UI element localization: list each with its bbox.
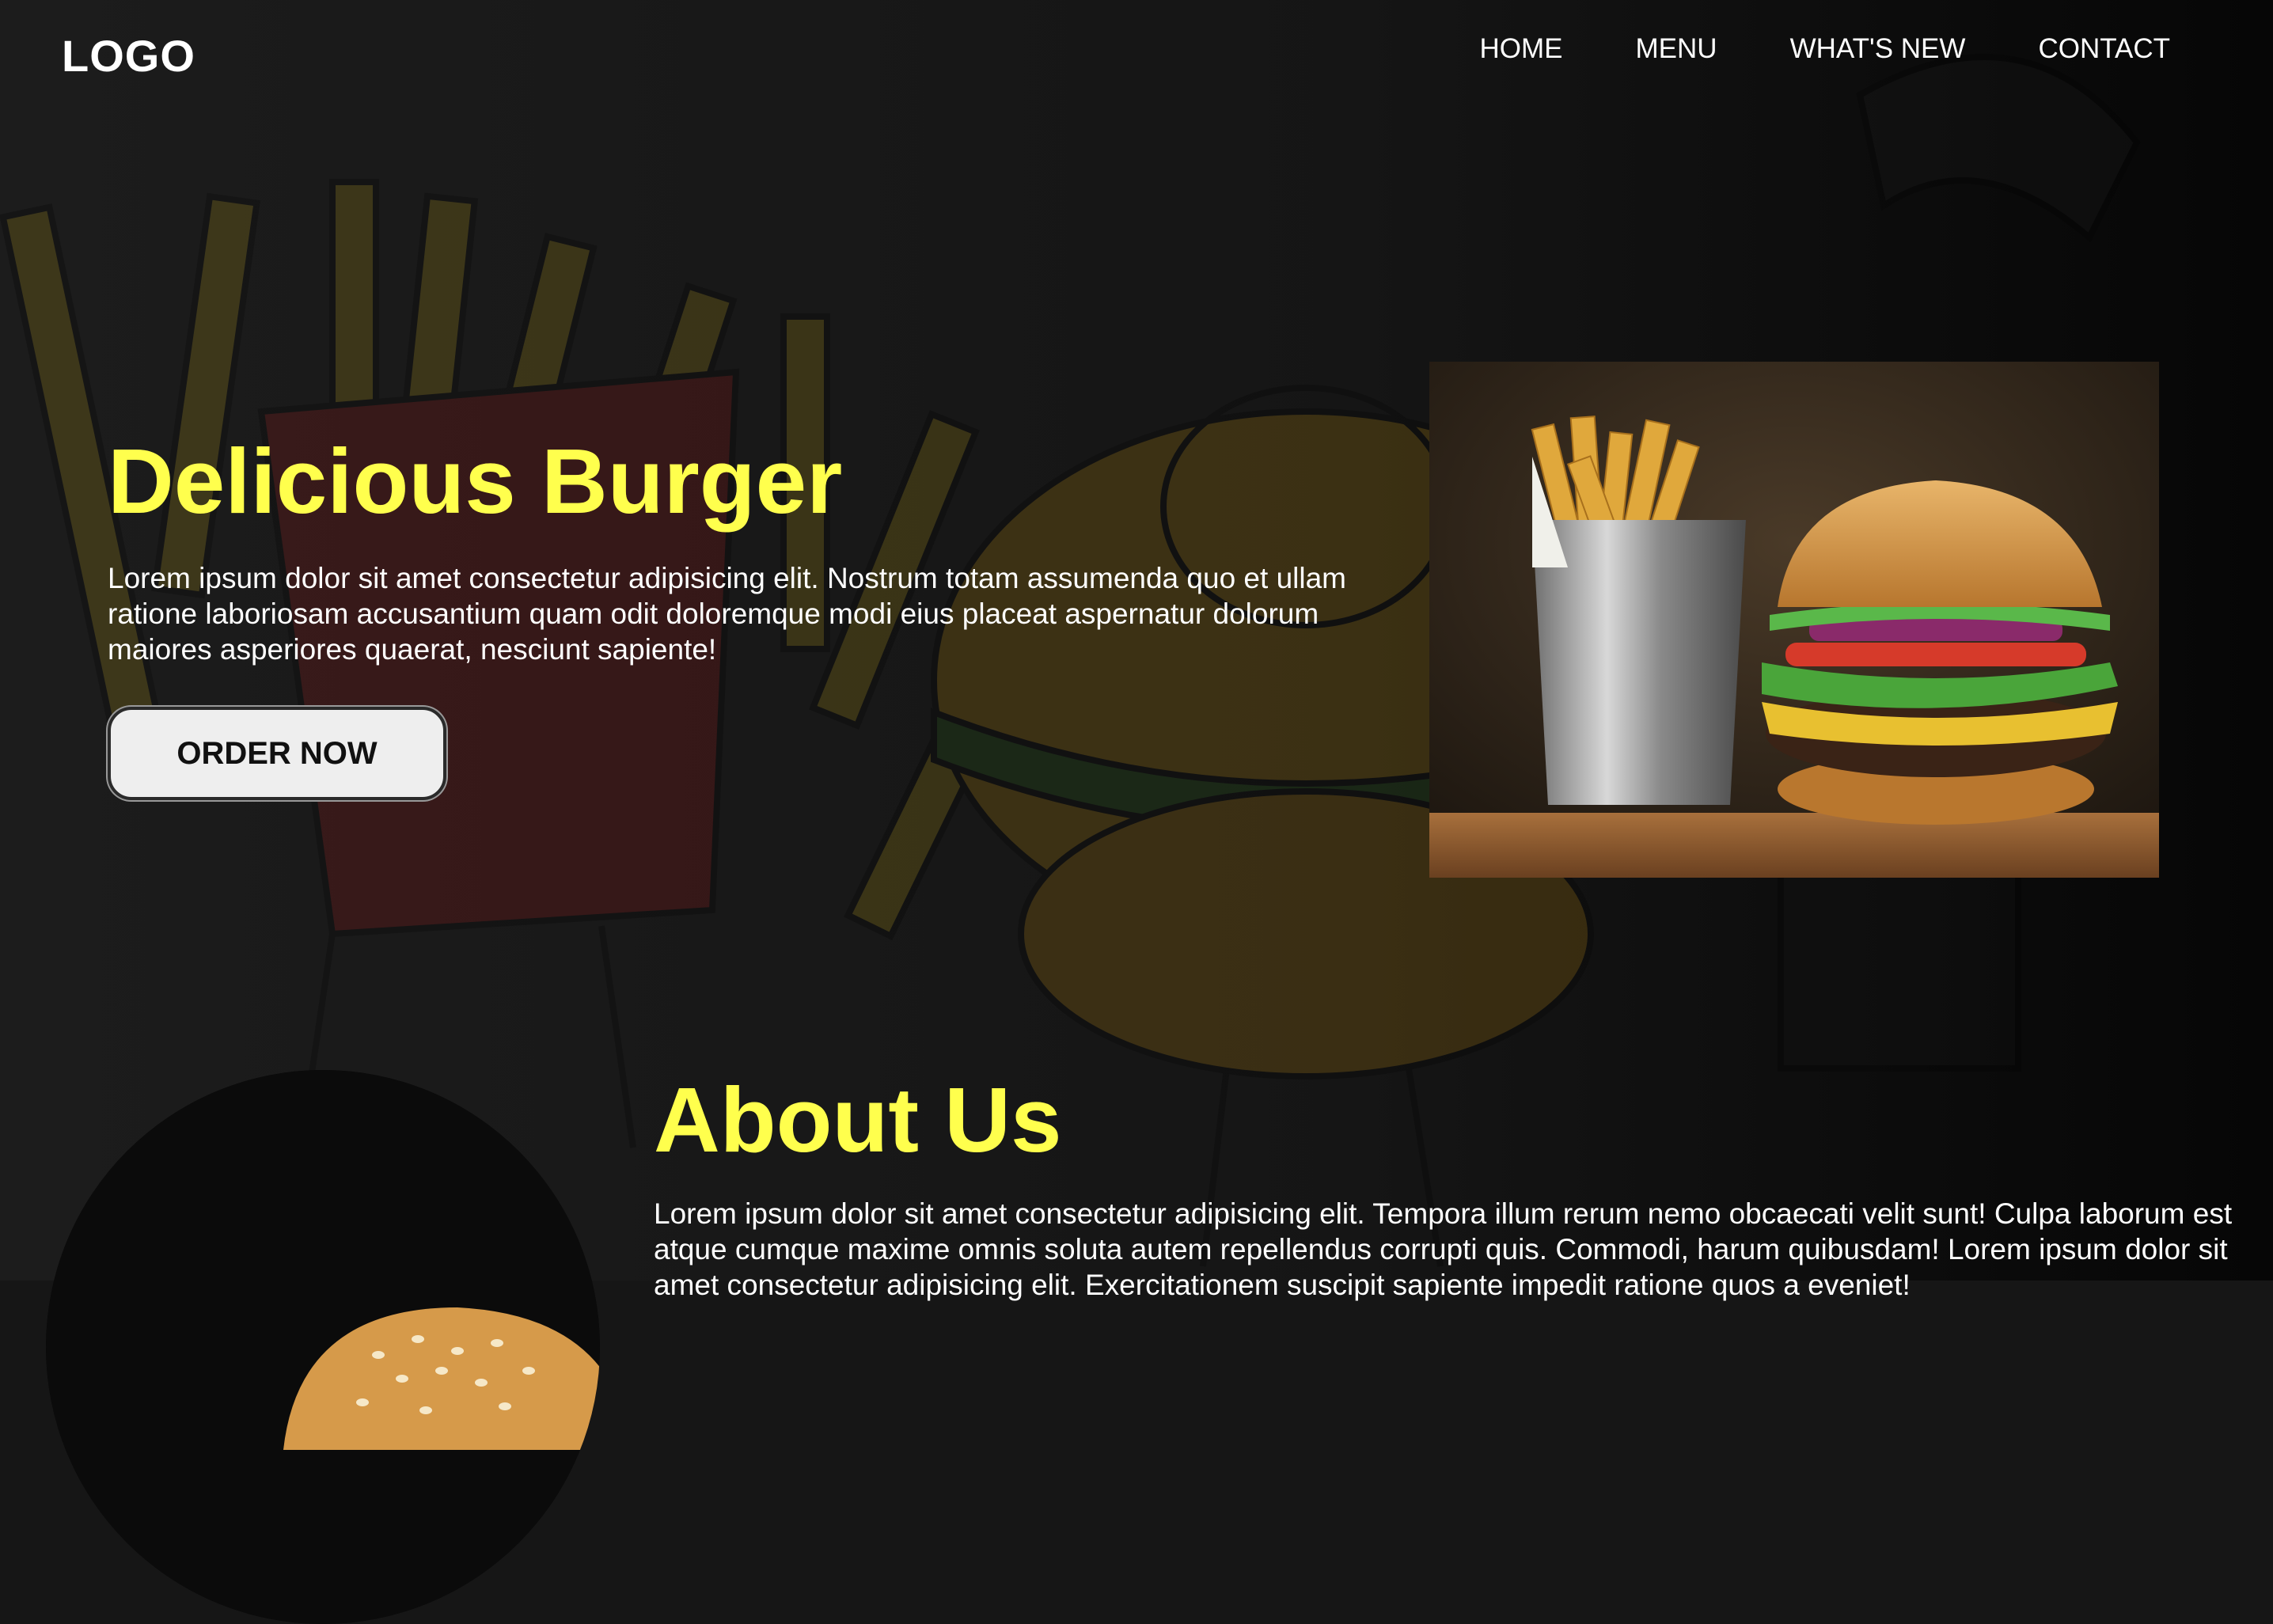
about-description: Lorem ipsum dolor sit amet consectetur a…: [654, 1197, 2233, 1301]
hero-title: Delicious Burger: [108, 430, 843, 533]
hero-description: Lorem ipsum dolor sit amet consectetur a…: [108, 562, 1346, 666]
nav-home-link[interactable]: HOME: [1480, 33, 1563, 65]
order-now-button[interactable]: ORDER NOW: [108, 707, 446, 800]
site-logo[interactable]: LOGO: [62, 30, 195, 82]
burger-and-fries-photo: [1429, 362, 2159, 878]
nav-menu-link[interactable]: MENU: [1636, 33, 1717, 65]
main-nav: HOME MENU WHAT'S NEW CONTACT: [1480, 33, 2170, 65]
burger-bun-photo: [46, 1070, 600, 1624]
about-title: About Us: [654, 1068, 1062, 1171]
nav-contact-link[interactable]: CONTACT: [2038, 33, 2170, 65]
nav-whats-new-link[interactable]: WHAT'S NEW: [1790, 33, 1966, 65]
